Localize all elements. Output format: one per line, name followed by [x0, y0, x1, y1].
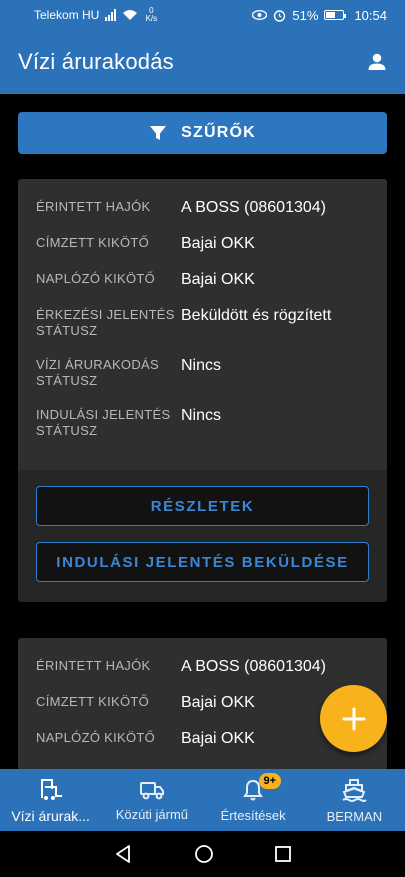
home-icon[interactable]	[194, 844, 214, 864]
speed-unit: K/s	[145, 14, 158, 23]
nav-label: Közúti jármű	[115, 806, 188, 822]
field-row: INDULÁSI JELENTÉS STÁTUSZ Nincs	[36, 407, 369, 439]
card-actions: RÉSZLETEK INDULÁSI JELENTÉS BEKÜLDÉSE	[18, 470, 387, 602]
card-fields: ÉRINTETT HAJÓK A BOSS (08601304) CÍMZETT…	[18, 179, 387, 439]
filter-button[interactable]: SZŰRŐK	[18, 112, 387, 154]
field-value: Bajai OKK	[181, 271, 255, 288]
add-button[interactable]	[320, 685, 387, 752]
battery-percent: 51%	[292, 7, 319, 23]
nav-label: BERMAN	[326, 808, 383, 824]
filter-icon	[150, 126, 167, 140]
field-row: CÍMZETT KIKÖTŐ Bajai OKK	[36, 694, 369, 712]
field-label: CÍMZETT KIKÖTŐ	[36, 694, 150, 709]
field-label: INDULÁSI JELENTÉS STÁTUSZ	[36, 407, 171, 438]
nav-item-water-cargo[interactable]: Vízi árurak...	[0, 769, 101, 831]
truck-icon	[139, 781, 164, 799]
carrier-name: Telekom HU	[34, 8, 100, 22]
status-bar: Telekom HU 0 K/s 51% 10:54	[0, 0, 405, 30]
field-row: ÉRINTETT HAJÓK A BOSS (08601304)	[36, 199, 369, 217]
status-right: 51% 10:54	[252, 8, 387, 23]
nav-label: Értesítések	[220, 807, 286, 823]
submit-departure-report-button[interactable]: INDULÁSI JELENTÉS BEKÜLDÉSE	[36, 542, 369, 582]
battery-icon	[324, 10, 347, 20]
ship-icon	[342, 778, 368, 802]
forklift-icon	[40, 779, 62, 800]
notification-badge: 9+	[258, 773, 282, 789]
field-row: NAPLÓZÓ KIKÖTŐ Bajai OKK	[36, 730, 369, 748]
status-left: Telekom HU 0 K/s	[34, 7, 158, 23]
field-value: A BOSS (08601304)	[181, 199, 326, 216]
field-label: ÉRKEZÉSI JELENTÉS STÁTUSZ	[36, 307, 175, 338]
field-label: ÉRINTETT HAJÓK	[36, 658, 151, 673]
network-speed: 0 K/s	[144, 7, 158, 23]
nav-item-notifications[interactable]: 9+ Értesítések	[203, 769, 304, 831]
field-label: NAPLÓZÓ KIKÖTŐ	[36, 271, 156, 286]
nav-item-berman[interactable]: BERMAN	[304, 769, 405, 831]
field-value: Nincs	[181, 357, 222, 374]
field-row: VÍZI ÁRURAKODÁS STÁTUSZ Nincs	[36, 357, 369, 389]
field-value: Beküldött és rögzített	[181, 307, 332, 324]
alarm-icon	[274, 9, 286, 22]
bottom-navigation: Vízi árurak... Közúti jármű 9+ Értesítés…	[0, 769, 405, 831]
field-row: CÍMZETT KIKÖTŐ Bajai OKK	[36, 235, 369, 253]
field-value: Nincs	[181, 407, 222, 424]
app-bar: Vízi árurakodás	[0, 30, 405, 94]
signal-icon	[105, 9, 117, 21]
field-value: Bajai OKK	[181, 235, 255, 252]
plus-icon	[342, 707, 365, 730]
nav-label: Vízi árurak...	[11, 808, 90, 824]
page-title: Vízi árurakodás	[18, 49, 174, 74]
account-icon[interactable]	[367, 52, 387, 72]
field-label: ÉRINTETT HAJÓK	[36, 199, 151, 214]
filter-label: SZŰRŐK	[181, 124, 256, 141]
system-navigation	[0, 831, 405, 877]
clock: 10:54	[354, 7, 387, 23]
field-label: NAPLÓZÓ KIKÖTŐ	[36, 730, 156, 745]
field-row: ÉRKEZÉSI JELENTÉS STÁTUSZ Beküldött és r…	[36, 307, 369, 339]
field-value: A BOSS (08601304)	[181, 658, 326, 675]
field-label: VÍZI ÁRURAKODÁS STÁTUSZ	[36, 357, 159, 388]
recents-icon[interactable]	[274, 845, 292, 863]
nav-item-road-vehicle[interactable]: Közúti jármű	[101, 769, 202, 831]
report-card: ÉRINTETT HAJÓK A BOSS (08601304) CÍMZETT…	[18, 179, 387, 602]
wifi-icon	[123, 10, 138, 20]
field-label: CÍMZETT KIKÖTŐ	[36, 235, 150, 250]
field-row: NAPLÓZÓ KIKÖTŐ Bajai OKK	[36, 271, 369, 289]
details-button[interactable]: RÉSZLETEK	[36, 486, 369, 526]
back-icon[interactable]	[114, 844, 134, 864]
eye-icon	[252, 10, 268, 20]
field-row: ÉRINTETT HAJÓK A BOSS (08601304)	[36, 658, 369, 676]
